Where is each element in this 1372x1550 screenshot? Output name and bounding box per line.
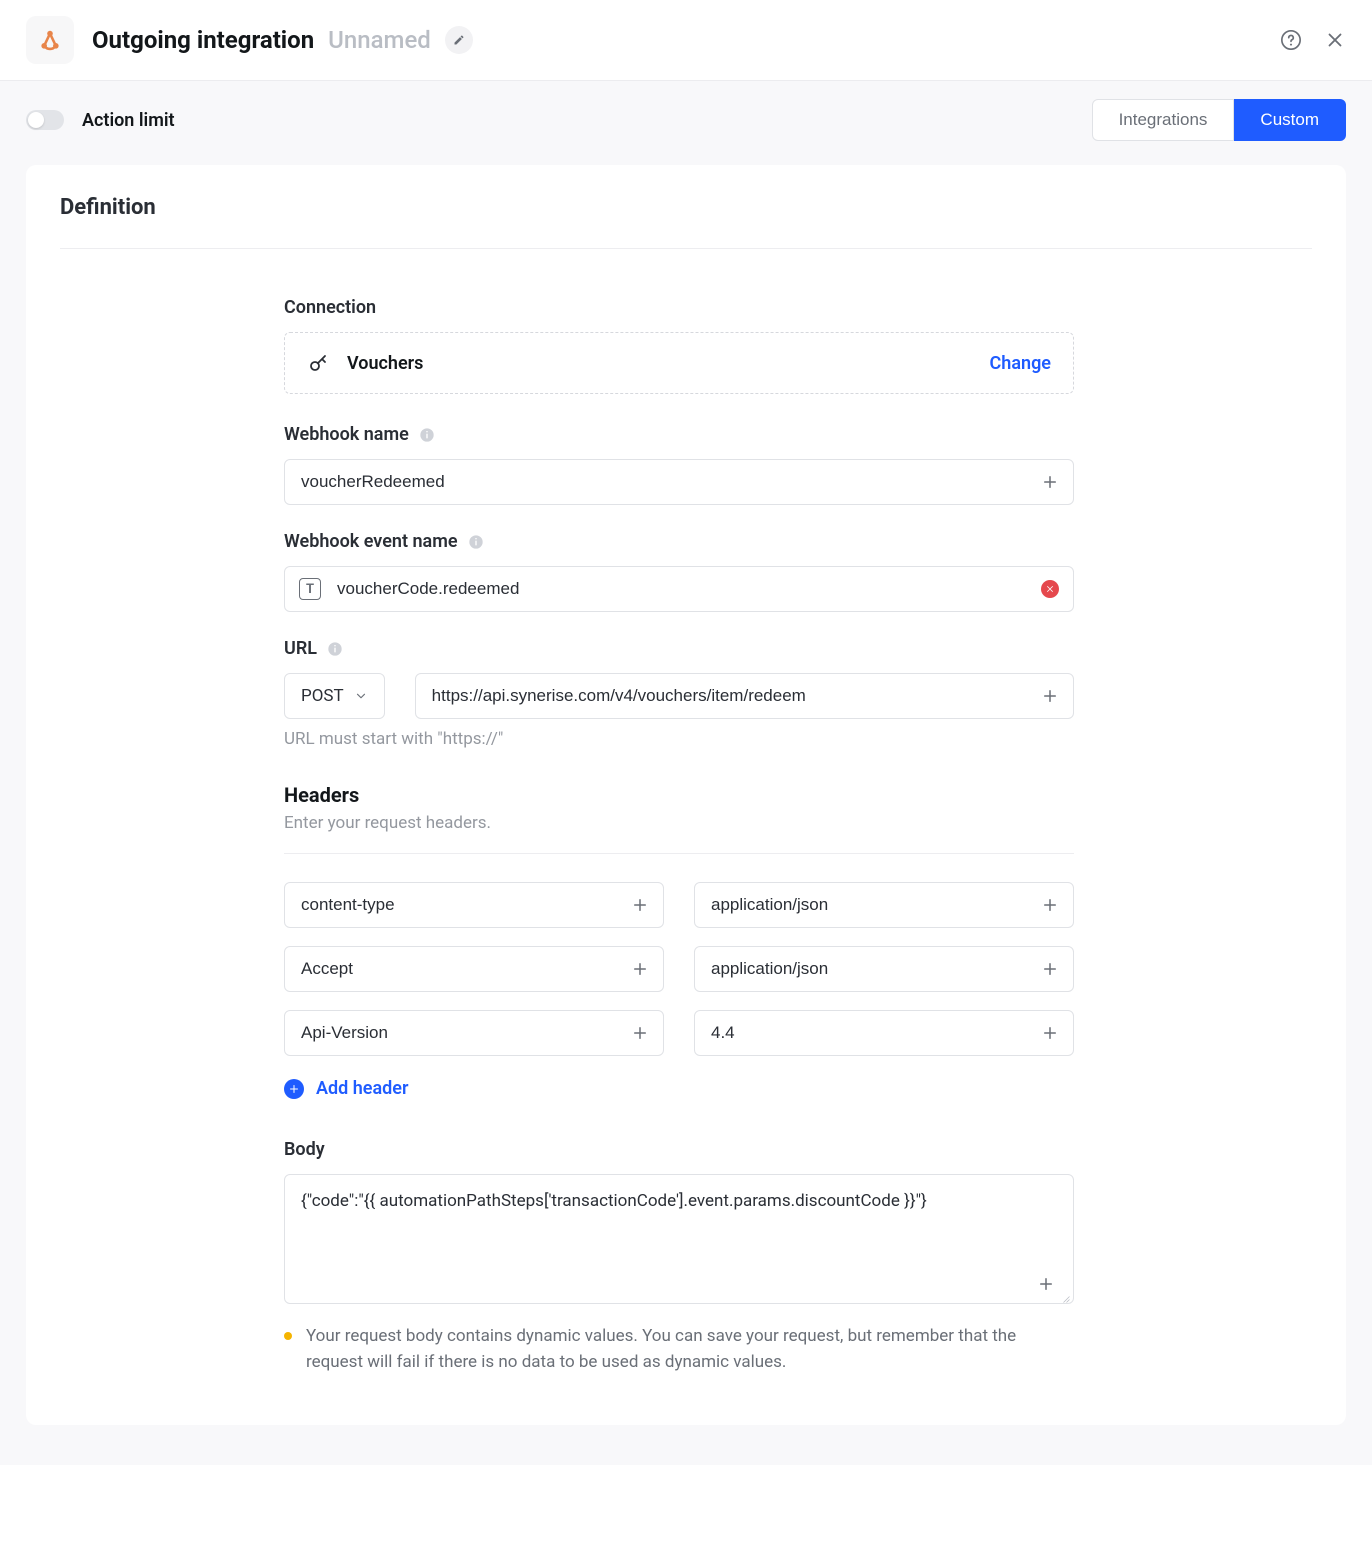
webhook-event-label: Webhook event name <box>284 531 1074 552</box>
url-input[interactable] <box>430 674 1041 718</box>
insert-variable-button[interactable] <box>1041 473 1059 491</box>
url-label: URL <box>284 638 1074 659</box>
toolbar: Action limit Integrations Custom <box>0 81 1372 141</box>
tab-custom[interactable]: Custom <box>1234 99 1346 141</box>
pencil-icon <box>453 34 465 46</box>
info-icon[interactable] <box>327 641 343 657</box>
info-icon[interactable] <box>468 534 484 550</box>
modal-header: Outgoing integration Unnamed <box>0 0 1372 81</box>
http-method-select[interactable]: POST <box>284 673 385 719</box>
help-icon <box>1280 29 1302 51</box>
mode-segmented-control: Integrations Custom <box>1092 99 1346 141</box>
insert-variable-button[interactable] <box>1041 960 1059 978</box>
warning-dot-icon <box>284 1332 292 1340</box>
webhook-name-input[interactable] <box>299 460 1041 504</box>
header-key-field <box>284 882 664 928</box>
tab-integrations[interactable]: Integrations <box>1092 99 1235 141</box>
header-value-input[interactable] <box>709 1011 1041 1055</box>
webhook-name-label: Webhook name <box>284 424 1074 445</box>
headers-title: Headers <box>284 783 1074 807</box>
url-field <box>415 673 1074 719</box>
connection-selector: Vouchers Change <box>284 332 1074 394</box>
close-icon <box>1324 29 1346 51</box>
insert-variable-button[interactable] <box>1041 1024 1059 1042</box>
page-title: Outgoing integration <box>92 26 314 54</box>
webhook-icon <box>26 16 74 64</box>
connection-name: Vouchers <box>347 353 423 374</box>
info-icon[interactable] <box>419 427 435 443</box>
resize-handle-icon[interactable] <box>1059 1289 1071 1301</box>
header-key-input[interactable] <box>299 883 631 927</box>
card-title: Definition <box>60 195 1312 220</box>
headers-grid <box>284 882 1074 1056</box>
help-button[interactable] <box>1280 29 1302 51</box>
insert-variable-button[interactable] <box>1041 896 1059 914</box>
connection-label: Connection <box>284 297 1074 318</box>
headers-subtitle: Enter your request headers. <box>284 813 1074 833</box>
webhook-name-field <box>284 459 1074 505</box>
header-value-field <box>694 1010 1074 1056</box>
key-icon <box>307 351 331 375</box>
action-limit-toggle[interactable] <box>26 110 64 130</box>
insert-variable-button[interactable] <box>631 896 649 914</box>
body-textarea[interactable] <box>299 1189 1059 1285</box>
webhook-event-input[interactable] <box>335 567 1031 611</box>
insert-variable-button[interactable] <box>1037 1275 1055 1293</box>
header-key-input[interactable] <box>299 947 631 991</box>
clear-button[interactable] <box>1041 580 1059 598</box>
header-key-field <box>284 1010 664 1056</box>
header-key-field <box>284 946 664 992</box>
edit-name-button[interactable] <box>445 26 473 54</box>
plus-circle-icon <box>284 1079 304 1099</box>
header-value-field <box>694 882 1074 928</box>
insert-variable-button[interactable] <box>631 960 649 978</box>
close-button[interactable] <box>1324 29 1346 51</box>
body-field <box>284 1174 1074 1304</box>
url-hint: URL must start with "https://" <box>284 729 1074 749</box>
webhook-event-field: T <box>284 566 1074 612</box>
chevron-down-icon <box>354 689 368 703</box>
body-label: Body <box>284 1139 1074 1160</box>
add-header-button[interactable]: Add header <box>284 1078 1074 1099</box>
header-value-input[interactable] <box>709 883 1041 927</box>
header-value-field <box>694 946 1074 992</box>
action-limit-label: Action limit <box>82 110 175 131</box>
page-subtitle: Unnamed <box>328 26 431 54</box>
header-value-input[interactable] <box>709 947 1041 991</box>
insert-variable-button[interactable] <box>1041 687 1059 705</box>
insert-variable-button[interactable] <box>631 1024 649 1042</box>
header-key-input[interactable] <box>299 1011 631 1055</box>
type-icon: T <box>299 578 321 600</box>
change-connection-button[interactable]: Change <box>990 353 1051 374</box>
definition-card: Definition Connection Vouchers Change We… <box>26 165 1346 1425</box>
body-warning: Your request body contains dynamic value… <box>284 1324 1074 1375</box>
